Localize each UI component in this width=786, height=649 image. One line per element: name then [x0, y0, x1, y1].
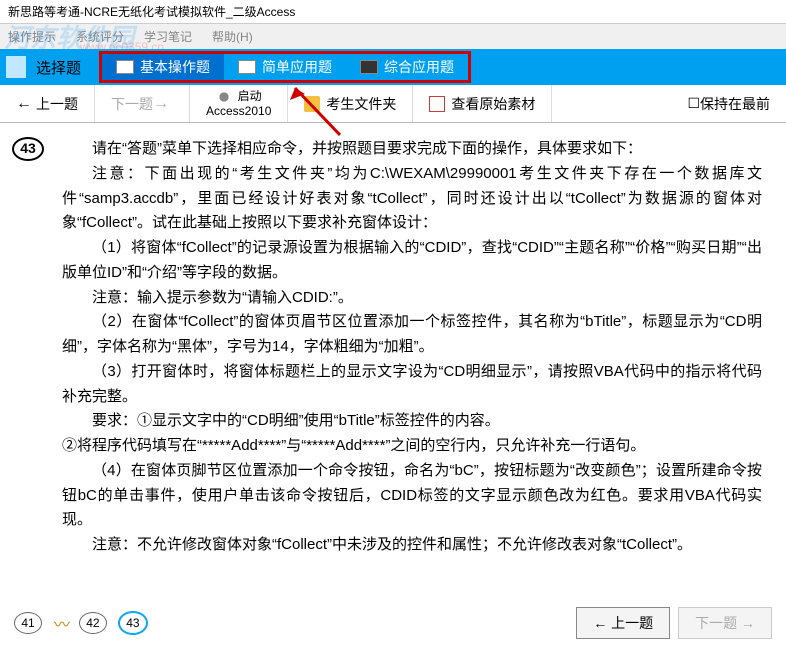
q-para: 注意：输入提示参数为“请输入CDID:”。 [62, 286, 762, 311]
window-title: 新思路等考通-NCRE无纸化考试模拟软件_二级Access [0, 0, 786, 24]
student-folder-button[interactable]: 考生文件夹 [288, 85, 413, 122]
view-raw-button[interactable]: 查看原始素材 [413, 85, 552, 122]
q-para: 注意：不允许修改窗体对象“fCollect”中未涉及的控件和属性；不允许修改表对… [62, 533, 762, 558]
question-content: 43 请在“答题”菜单下选择相应命令，并按照题目要求完成下面的操作，具体要求如下… [0, 123, 786, 593]
menu-bar: 操作提示 系统评分 学习笔记 帮助(H) [0, 24, 786, 49]
launch-access-button[interactable]: 启动 Access2010 [190, 85, 288, 122]
category-bar: 选择题 基本操作题 简单应用题 综合应用题 [0, 49, 786, 85]
arrow-right-icon: → [153, 95, 169, 113]
bottom-prev-button[interactable]: ← 上一题 [576, 607, 670, 639]
q-para: （4）在窗体页脚节区位置添加一个命令按钮，命名为“bC”，按钮标题为“改变颜色”… [62, 459, 762, 533]
next-question-button: 下一题→ [95, 85, 190, 122]
q-para: （2）在窗体“fCollect”的窗体页眉节区位置添加一个标签控件，其名称为“b… [62, 310, 762, 360]
gear-icon [216, 89, 232, 105]
question-nav-42[interactable]: 42 [79, 612, 107, 634]
q-para: 注意：下面出现的“考生文件夹”均为C:\WEXAM\29990001考生文件夹下… [62, 162, 762, 236]
folder-icon [304, 96, 320, 112]
menu-help[interactable]: 帮助(H) [212, 28, 253, 45]
tab-simple-app[interactable]: 简单应用题 [224, 54, 346, 80]
q-para: （1）将窗体“fCollect”的记录源设置为根据输入的“CDID”，查找“CD… [62, 236, 762, 286]
question-number-badge: 43 [12, 137, 44, 161]
question-text: 请在“答题”菜单下选择相应命令，并按照题目要求完成下面的操作，具体要求如下： 注… [62, 137, 762, 558]
category-icon [6, 56, 26, 78]
question-nav-41[interactable]: 41 [14, 612, 42, 634]
menu-sys-score[interactable]: 系统评分 [76, 28, 124, 45]
file-icon [429, 96, 445, 112]
arrow-left-icon: ← [16, 95, 32, 113]
question-nav-43-current[interactable]: 43 [119, 612, 147, 634]
q-para: ②将程序代码填写在“*****Add****”与“*****Add****”之间… [62, 434, 762, 459]
toolbar: ←上一题 下一题→ 启动 Access2010 考生文件夹 查看原始素材 ☐ 保… [0, 85, 786, 123]
question-type-tabs: 基本操作题 简单应用题 综合应用题 [99, 51, 471, 83]
bottom-bar: 41 〰 42 43 ← 上一题 下一题 → [0, 607, 786, 639]
console-icon [360, 60, 378, 74]
tab-basic-op[interactable]: 基本操作题 [102, 54, 224, 80]
q-para: 要求：①显示文字中的“CD明细”使用“bTitle”标签控件的内容。 [62, 409, 762, 434]
prev-question-button[interactable]: ←上一题 [0, 85, 95, 122]
q-para: 请在“答题”菜单下选择相应命令，并按照题目要求完成下面的操作，具体要求如下： [62, 137, 762, 162]
menu-op-hint[interactable]: 操作提示 [8, 28, 56, 45]
tab-complex-app[interactable]: 综合应用题 [346, 54, 468, 80]
wavy-divider: 〰 [54, 611, 70, 635]
q-para: （3）打开窗体时，将窗体标题栏上的显示文字设为“CD明细显示”，请按照VBA代码… [62, 360, 762, 410]
keep-front-checkbox[interactable]: ☐ 保持在最前 [671, 85, 786, 122]
menu-notes[interactable]: 学习笔记 [144, 28, 192, 45]
doc-icon [238, 60, 256, 74]
doc-icon [116, 60, 134, 74]
choose-question-label[interactable]: 选择题 [36, 57, 81, 78]
bottom-next-button: 下一题 → [678, 607, 772, 639]
